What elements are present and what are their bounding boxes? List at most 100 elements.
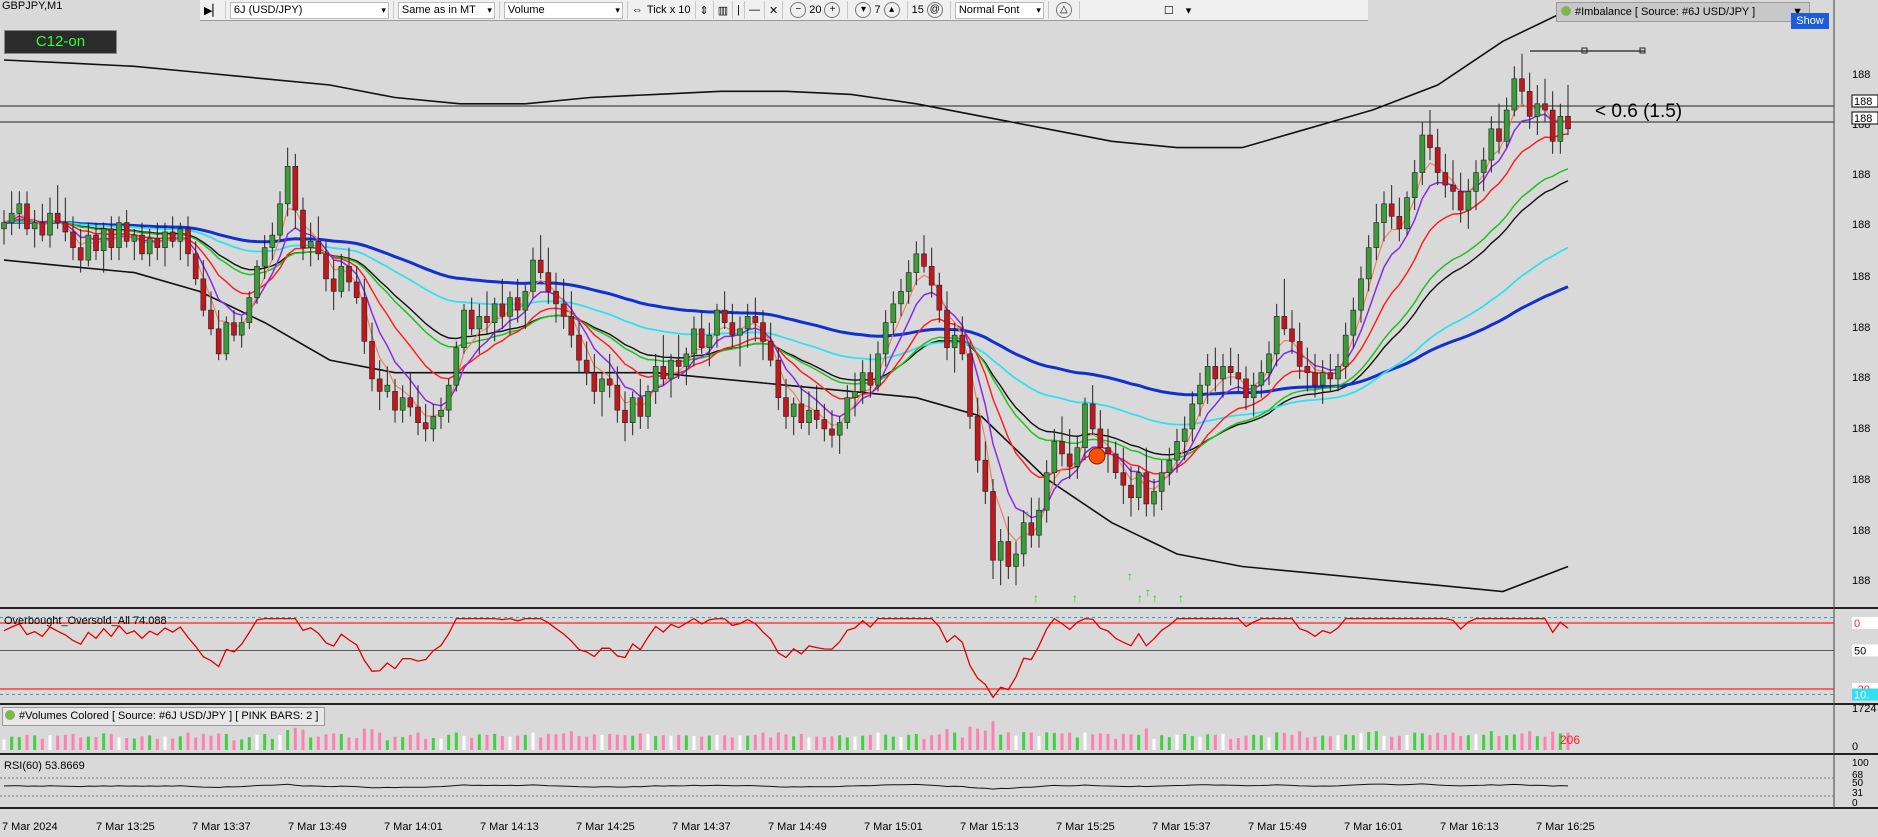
volume-bar: [1213, 734, 1217, 750]
imbalance-indicator-header[interactable]: #Imbalance [ Source: #6J USD/JPY ] ▼: [1556, 2, 1810, 22]
bear-candle: [231, 322, 237, 336]
divider-button[interactable]: |: [733, 1, 746, 19]
volume-bar: [861, 735, 865, 750]
up-icon[interactable]: ▴: [883, 2, 900, 18]
arrow-up-icon: ↑: [1033, 591, 1039, 605]
status-dot-icon: [1561, 6, 1571, 16]
bear-candle: [1450, 184, 1456, 192]
bear-candle: [1066, 453, 1073, 467]
bear-candle: [921, 253, 927, 267]
arrow-up-icon: ↑: [1178, 591, 1184, 605]
bear-candle: [215, 328, 222, 355]
bear-candle: [323, 253, 329, 280]
bear-candle: [637, 397, 644, 417]
volume-bar: [255, 734, 259, 750]
bull-candle: [599, 378, 605, 392]
volume-bar: [477, 734, 481, 750]
volume-bar: [1505, 735, 1509, 750]
price-tick-label: 188: [1852, 423, 1870, 435]
mode-select[interactable]: Same as in MT: [397, 1, 495, 19]
volume-bar: [631, 735, 635, 750]
triangle-button[interactable]: △: [1049, 1, 1080, 19]
volume-bar: [401, 737, 405, 750]
osc-scale-label: 10.: [1854, 690, 1869, 702]
volume-bar: [1083, 732, 1087, 750]
price-tick-label: 188: [1852, 372, 1870, 384]
down-icon[interactable]: ▾: [855, 2, 872, 18]
increase-icon[interactable]: +: [824, 2, 841, 18]
volume-bar: [1474, 734, 1478, 750]
volume-bar: [1528, 731, 1532, 750]
tick-label[interactable]: Tick x 10: [647, 4, 691, 16]
bear-candle: [1227, 366, 1234, 373]
volume-bar: [907, 734, 911, 750]
bear-candle: [614, 384, 621, 411]
compress-button[interactable]: ⇕: [696, 1, 714, 19]
volume-bar: [316, 736, 320, 750]
bear-candle: [292, 166, 299, 211]
minus-button[interactable]: —: [745, 1, 766, 19]
divider-icon: |: [737, 4, 741, 16]
bull-candle: [223, 322, 230, 355]
bull-candle: [491, 303, 498, 323]
bear-candle: [1059, 441, 1065, 455]
play-button[interactable]: ▶▏: [200, 1, 226, 19]
volume-bar: [853, 736, 857, 750]
bear-candle: [300, 209, 306, 248]
bull-candle: [1511, 78, 1518, 111]
volume-bar: [232, 740, 236, 750]
bull-candle: [706, 334, 713, 348]
bull-candle: [430, 416, 437, 430]
volume-bar: [1037, 736, 1041, 750]
bear-candle: [1243, 378, 1249, 398]
volume-bar: [868, 734, 872, 750]
volume-bar: [194, 737, 198, 750]
volume-bar: [746, 735, 750, 750]
bull-candle: [507, 297, 513, 317]
volume-bar: [976, 728, 980, 750]
bear-candle: [829, 428, 835, 436]
price-tick-label: 188: [1852, 575, 1870, 587]
volume-bar: [1405, 734, 1409, 750]
bull-candle: [744, 316, 751, 330]
volume-bar: [1436, 732, 1440, 750]
at-icon[interactable]: @: [926, 2, 943, 18]
bull-candle: [1557, 115, 1564, 142]
volume-bar: [1551, 731, 1555, 750]
bear-candle: [775, 359, 782, 398]
close-button[interactable]: ✕: [765, 1, 784, 19]
c12-indicator-button[interactable]: C12-on: [4, 30, 117, 54]
time-tick-label: 7 Mar 14:49: [768, 821, 827, 833]
bull-candle: [844, 397, 851, 423]
time-tick-label: 7 Mar 2024: [2, 821, 58, 833]
volume-bar: [355, 738, 359, 750]
volume-indicator-header[interactable]: #Volumes Colored [ Source: #6J USD/JPY ]…: [2, 707, 326, 726]
compress-icon: ⇕: [699, 4, 709, 17]
volume-bar: [439, 738, 443, 750]
bear-candle: [1434, 147, 1441, 173]
bull-candle: [1189, 403, 1196, 430]
bear-candle: [1235, 372, 1242, 380]
symbol-select[interactable]: 6J (USD/JPY): [229, 1, 389, 19]
bull-candle: [1082, 403, 1088, 448]
bars-button[interactable]: ▥: [714, 1, 734, 19]
decrease-icon[interactable]: −: [790, 2, 807, 18]
volume-bar: [884, 734, 888, 750]
type-select[interactable]: Volume: [503, 1, 623, 19]
volume-bar: [48, 735, 52, 750]
volume-bar: [1167, 737, 1171, 750]
font-select[interactable]: Normal Font: [954, 1, 1044, 19]
window-button[interactable]: ☐ ▾: [1160, 1, 1195, 19]
bear-candle: [315, 241, 322, 255]
volume-bar: [1267, 737, 1271, 750]
show-button[interactable]: Show: [1791, 13, 1829, 29]
bear-candle: [767, 341, 774, 361]
osc-scale-label: 50: [1854, 646, 1866, 658]
volume-bar: [891, 736, 895, 750]
bear-candle: [545, 272, 552, 292]
rsi-line: [3, 783, 1569, 790]
bear-candle: [974, 416, 981, 461]
time-tick-label: 7 Mar 15:13: [960, 821, 1019, 833]
volume-bar: [830, 736, 834, 750]
time-tick-label: 7 Mar 16:13: [1440, 821, 1499, 833]
